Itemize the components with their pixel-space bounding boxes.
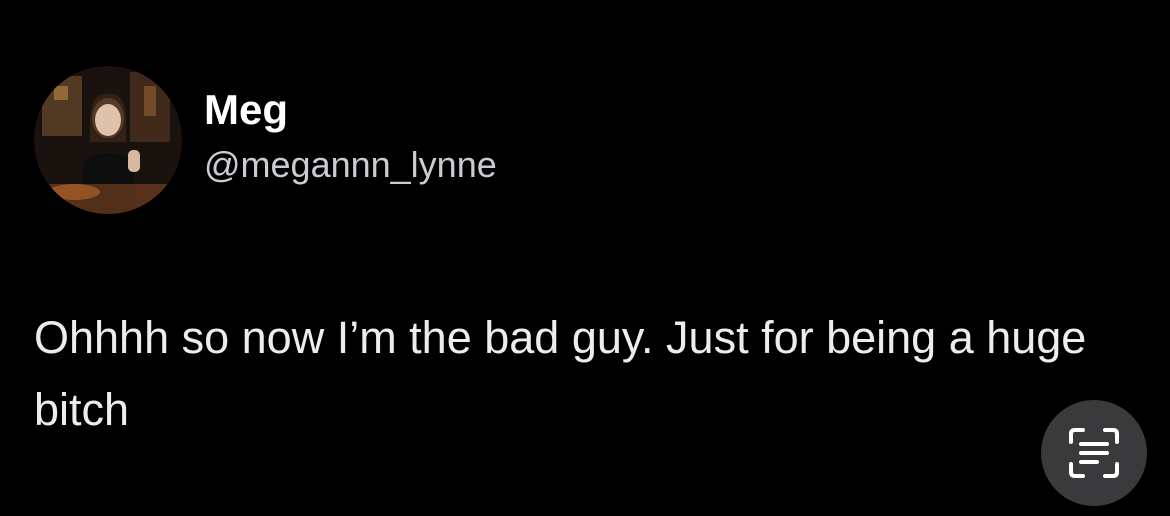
text-scan-button[interactable]	[1041, 400, 1147, 506]
tweet: Meg @megannn_lynne Ohhhh so now I’m the …	[0, 0, 1170, 516]
text-scan-icon	[1069, 428, 1119, 478]
avatar-photo-icon	[34, 66, 182, 214]
author-info: Meg @megannn_lynne	[204, 84, 497, 190]
author-avatar[interactable]	[34, 66, 182, 214]
tweet-text: Ohhhh so now I’m the bad guy. Just for b…	[34, 312, 1087, 435]
author-display-name[interactable]: Meg	[204, 84, 497, 136]
author-handle[interactable]: @megannn_lynne	[204, 140, 497, 190]
